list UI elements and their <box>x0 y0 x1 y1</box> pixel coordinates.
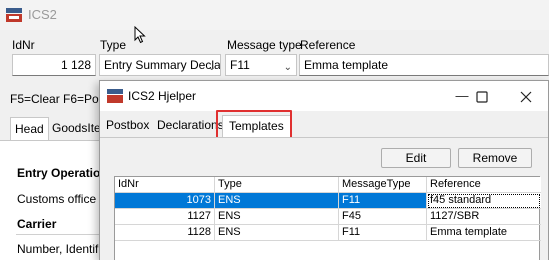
table-row[interactable]: 1073 ENS F11 f45 standard <box>115 193 541 209</box>
dialog-tabbar: Postbox Declarations Templates <box>100 111 548 137</box>
chevron-down-icon: ⌄ <box>207 62 216 73</box>
section-divider <box>16 234 106 235</box>
type-label: Type <box>100 38 127 52</box>
maximize-icon[interactable] <box>467 86 497 106</box>
close-icon[interactable] <box>511 86 541 106</box>
cell-idnr: 1128 <box>115 225 215 241</box>
app-icon <box>107 89 123 103</box>
dialog-titlebar: ICS2 Hjelper — <box>100 81 548 111</box>
tab-postbox[interactable]: Postbox <box>103 115 152 137</box>
cell-reference: 1127/SBR <box>427 209 541 225</box>
cell-type: ENS <box>215 209 339 225</box>
chevron-down-icon: ⌄ <box>283 62 292 73</box>
idnr-label: IdNr <box>12 38 35 52</box>
edit-button[interactable]: Edit <box>381 148 451 168</box>
cell-idnr: 1073 <box>115 193 215 209</box>
column-header-reference[interactable]: Reference <box>427 177 541 193</box>
templates-table: IdNr Type MessageType Reference 1073 ENS… <box>114 176 541 260</box>
cell-reference: f45 standard <box>427 193 541 209</box>
cell-reference: Emma template <box>427 225 541 241</box>
entry-operation-heading: Entry Operatio <box>17 166 101 180</box>
tab-head[interactable]: Head <box>10 117 49 141</box>
column-header-type[interactable]: Type <box>215 177 339 193</box>
reference-label: Reference <box>300 38 356 52</box>
shortcut-hint: F5=Clear F6=Po <box>10 92 99 106</box>
carrier-heading: Carrier <box>17 217 57 231</box>
cell-type: ENS <box>215 225 339 241</box>
message-type-value: F11 <box>230 58 250 72</box>
dialog-title: ICS2 Hjelper <box>128 89 197 103</box>
tab-goodsitems[interactable]: GoodsIte <box>48 117 105 141</box>
cell-type: ENS <box>215 193 339 209</box>
mouse-cursor-icon <box>134 26 146 44</box>
cell-idnr: 1127 <box>115 209 215 225</box>
type-select-value: Entry Summary Decla <box>104 58 221 72</box>
message-type-label: Message type <box>227 38 302 52</box>
table-row[interactable]: 1127 ENS F45 1127/SBR <box>115 209 541 225</box>
window-title: ICS2 <box>28 7 57 22</box>
number-identification-label: Number, Identific <box>17 242 108 256</box>
table-row[interactable]: 1128 ENS F11 Emma template <box>115 225 541 241</box>
message-type-select[interactable]: F11 ⌄ <box>225 54 297 76</box>
cell-messagetype: F45 <box>339 209 427 225</box>
app-icon <box>6 8 22 22</box>
remove-button[interactable]: Remove <box>458 148 532 168</box>
column-header-messagetype[interactable]: MessageType <box>339 177 427 193</box>
type-select[interactable]: Entry Summary Decla ⌄ <box>99 54 221 76</box>
cell-messagetype: F11 <box>339 225 427 241</box>
table-header: IdNr Type MessageType Reference <box>115 177 541 193</box>
main-titlebar: ICS2 <box>0 0 549 30</box>
reference-field[interactable]: Emma template <box>299 54 549 76</box>
ics2-hjelper-dialog: ICS2 Hjelper — Postbox Declarations Temp… <box>99 80 549 260</box>
idnr-field[interactable]: 1 128 <box>12 54 96 76</box>
cell-messagetype: F11 <box>339 193 427 209</box>
customs-office-label: Customs office fi <box>17 192 106 206</box>
column-header-idnr[interactable]: IdNr <box>115 177 215 193</box>
